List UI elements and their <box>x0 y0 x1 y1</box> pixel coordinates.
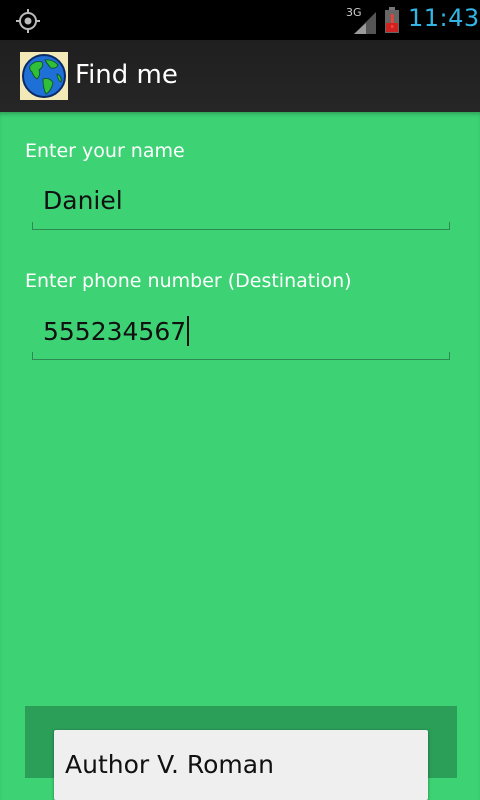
phone-input-value: 555234567 <box>43 316 190 346</box>
phone-input-underline <box>32 352 450 360</box>
name-input-underline <box>32 222 450 230</box>
main-content: Enter your name Daniel Enter phone numbe… <box>0 112 480 800</box>
signal-icon <box>354 12 376 34</box>
status-bar: 3G 11:43 <box>0 0 480 40</box>
phone-label: Enter phone number (Destination) <box>25 270 352 292</box>
gps-icon <box>16 9 40 33</box>
signal-indicator: 3G <box>346 6 376 34</box>
name-input-value: Daniel <box>43 186 123 215</box>
phone-input-text: 555234567 <box>43 317 187 346</box>
phone-input[interactable]: 555234567 <box>32 314 450 360</box>
action-bar: Find me <box>0 40 480 112</box>
clock: 11:43 <box>408 4 480 32</box>
app-logo[interactable] <box>20 52 68 100</box>
author-button-label: Author V. Roman <box>65 750 274 779</box>
globe-icon <box>22 54 66 98</box>
author-button[interactable]: Author V. Roman <box>54 730 428 800</box>
name-input[interactable]: Daniel <box>32 184 450 230</box>
name-label: Enter your name <box>25 140 185 162</box>
battery-alert-icon <box>385 7 399 33</box>
text-cursor <box>187 316 190 346</box>
app-title: Find me <box>75 60 178 90</box>
